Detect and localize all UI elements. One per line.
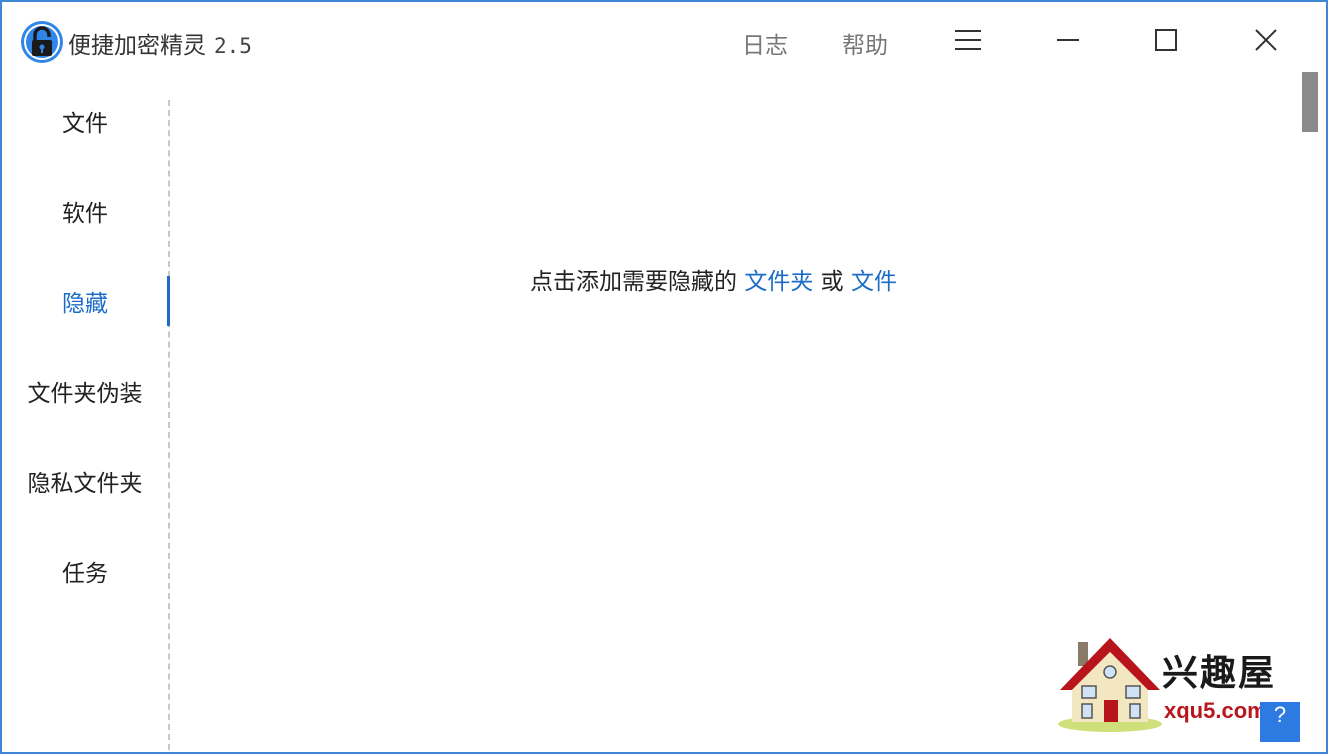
active-indicator	[167, 276, 170, 326]
sidebar-divider	[168, 100, 170, 750]
lock-icon	[21, 21, 63, 63]
menu-button[interactable]	[946, 20, 990, 60]
empty-hint: 点击添加需要隐藏的 文件夹 或 文件	[530, 262, 897, 296]
add-folder-link[interactable]: 文件夹	[744, 269, 813, 295]
app-name: 便捷加密精灵	[68, 33, 206, 59]
app-window: 便捷加密精灵 2.5 日志 帮助 文件 软件 隐藏 文件夹伪装 隐私文件夹 任务…	[0, 0, 1328, 754]
sidebar-item-tasks[interactable]: 任务	[2, 546, 168, 596]
title-bar: 便捷加密精灵 2.5 日志 帮助	[2, 2, 1326, 78]
app-title: 便捷加密精灵 2.5	[68, 26, 252, 60]
app-version: 2.5	[214, 34, 252, 58]
maximize-button[interactable]	[1144, 20, 1188, 60]
help-button[interactable]: 帮助	[842, 26, 888, 60]
watermark-site-url: xqu5.com	[1164, 698, 1267, 723]
house-icon	[1058, 638, 1162, 732]
close-button[interactable]	[1244, 20, 1288, 60]
close-icon	[1255, 29, 1277, 51]
sidebar: 文件 软件 隐藏 文件夹伪装 隐私文件夹 任务	[2, 78, 170, 752]
watermark-site-name: 兴趣屋	[1162, 653, 1277, 694]
hamburger-icon	[955, 30, 981, 50]
help-corner-button[interactable]: ?	[1260, 702, 1300, 742]
log-button[interactable]: 日志	[742, 26, 788, 60]
hint-prefix: 点击添加需要隐藏的	[530, 269, 737, 295]
scroll-thumb[interactable]	[1302, 72, 1318, 132]
sidebar-item-files[interactable]: 文件	[2, 96, 168, 146]
hint-or: 或	[820, 269, 844, 295]
maximize-icon	[1155, 29, 1177, 51]
sidebar-item-private-folder[interactable]: 隐私文件夹	[2, 456, 168, 506]
sidebar-item-hide[interactable]: 隐藏	[2, 276, 168, 326]
sidebar-item-software[interactable]: 软件	[2, 186, 168, 236]
minimize-icon	[1057, 39, 1079, 41]
scrollbar[interactable]	[1298, 70, 1322, 750]
add-file-link[interactable]: 文件	[851, 269, 897, 295]
sidebar-item-folder-disguise[interactable]: 文件夹伪装	[2, 366, 168, 416]
minimize-button[interactable]	[1046, 20, 1090, 60]
